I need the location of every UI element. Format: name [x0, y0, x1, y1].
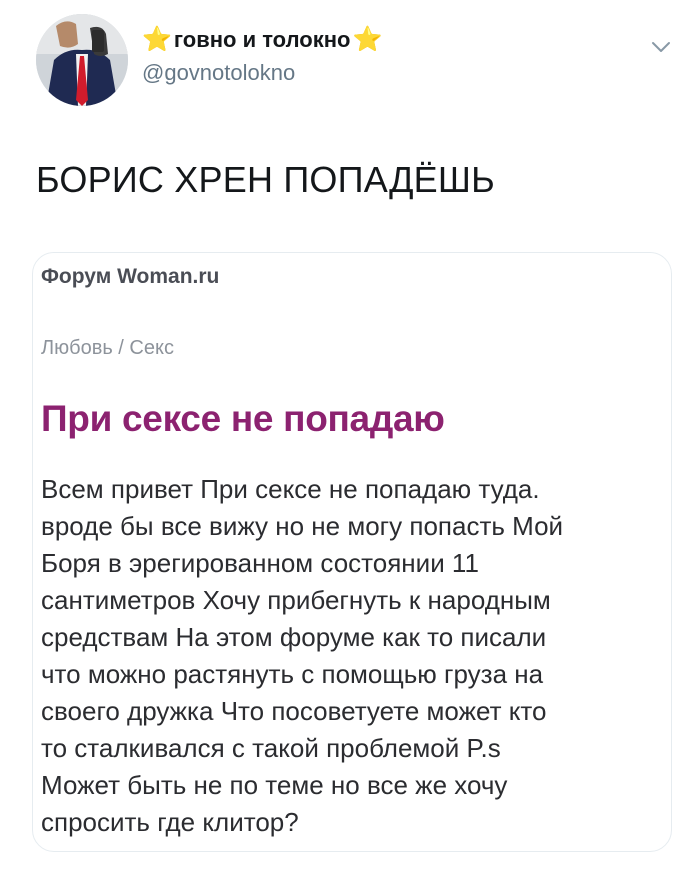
display-name[interactable]: говно и толокно [174, 26, 351, 54]
account-handle[interactable]: @govnotolokno [142, 60, 382, 86]
avatar-image [36, 14, 128, 106]
post-body-line: Может быть не по теме но все же хочу [41, 770, 508, 800]
post-body-line: Всем привет При сексе не попадаю туда. [41, 474, 540, 504]
forum-site-name: Форум Woman.ru [41, 265, 220, 288]
account-info: ⭐ говно и толокно ⭐ @govnotolokno [142, 26, 382, 86]
star-icon: ⭐ [352, 26, 383, 53]
display-name-row[interactable]: ⭐ говно и толокно ⭐ [142, 26, 382, 54]
post-body-line: Боря в эрегированном состоянии 11 [41, 548, 479, 578]
breadcrumb: Любовь / Секс [41, 337, 174, 359]
post-body: Всем привет При сексе не попадаю туда. в… [41, 471, 665, 841]
post-title: При сексе не попадаю [41, 398, 445, 439]
chevron-down-icon[interactable] [650, 36, 672, 58]
post-body-line: спросить где клитор? [41, 807, 299, 837]
post-body-line: что можно растянуть с помощью груза на [41, 659, 544, 689]
tweet-text: БОРИС ХРЕН ПОПАДЁШЬ [36, 159, 495, 200]
star-icon: ⭐ [142, 26, 172, 53]
attached-screenshot-card[interactable]: Форум Woman.ru Любовь / Секс При сексе н… [32, 252, 672, 852]
post-body-line: своего дружка Что посоветуете может кто [41, 696, 547, 726]
post-body-line: сантиметров Хочу прибегнуть к народным [41, 585, 551, 615]
post-body-line: вроде бы все вижу но не могу попасть Мой [41, 511, 564, 541]
avatar[interactable] [36, 14, 128, 106]
post-body-line: то сталкивался с такой проблемой P.s [41, 733, 501, 763]
tweet-header: ⭐ говно и толокно ⭐ @govnotolokno [36, 14, 676, 114]
post-body-line: средствам На этом форуме как то писали [41, 622, 547, 652]
